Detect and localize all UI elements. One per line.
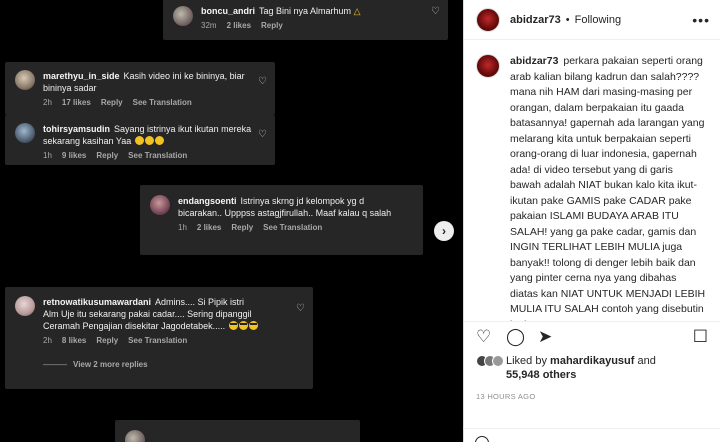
comment-time: 2h: [43, 336, 52, 345]
comment-text: Tag Bini nya Almarhum: [259, 6, 352, 16]
comment-likes[interactable]: 8 likes: [62, 335, 86, 347]
avatar: [150, 195, 170, 215]
caption-text: perkara pakaian seperti orang arab kalia…: [510, 55, 706, 321]
bookmark-icon[interactable]: ☐: [693, 327, 708, 347]
avatar: [125, 430, 145, 442]
comment-time: 2h: [43, 98, 52, 107]
post-image: boncu_andri Tag Bini nya Almarhum △ 32m 2…: [0, 0, 463, 442]
avatar[interactable]: [476, 54, 500, 78]
reply-button[interactable]: Reply: [261, 20, 283, 32]
heart-icon[interactable]: ♡: [258, 129, 267, 140]
comment-username: boncu_andri: [201, 6, 256, 16]
likes-text: Liked by mahardikayusuf and 55,948 other…: [506, 354, 656, 382]
comment-icon[interactable]: ◯: [506, 327, 525, 347]
add-comment-bar: [463, 428, 720, 442]
comment-card: endangsoenti Istrinya skrng jd kelompok y…: [140, 185, 423, 255]
comment-card: retnowatikusumawardani Admins.... Si Pipi…: [5, 287, 313, 389]
post-timestamp[interactable]: 13 HOURS AGO: [464, 382, 720, 401]
sad-emoji-icon: [154, 136, 164, 145]
view-replies-button[interactable]: View 2 more replies: [73, 359, 148, 371]
avatar: [15, 70, 35, 90]
following-button[interactable]: Following: [575, 14, 621, 26]
see-translation-button[interactable]: See Translation: [133, 97, 192, 109]
see-translation-button[interactable]: See Translation: [263, 222, 322, 234]
heart-icon[interactable]: ♡: [296, 303, 305, 314]
avatar[interactable]: [476, 7, 500, 32]
reply-button[interactable]: Reply: [101, 97, 123, 109]
comment-username: endangsoenti: [178, 196, 237, 206]
sad-emoji-icon: [134, 136, 144, 145]
sad-emoji-icon: [144, 136, 154, 145]
liker-avatars: [476, 355, 504, 367]
reply-button[interactable]: Reply: [96, 335, 118, 347]
comment-username: tohirsyamsudin: [43, 124, 111, 134]
separator-dot: •: [565, 13, 570, 26]
comment-card: tohirsyamsudin Sayang istrinya ikut ikuta…: [5, 115, 275, 165]
likes-summary: Liked by mahardikayusuf and 55,948 other…: [464, 354, 720, 382]
chevron-right-icon[interactable]: ›: [434, 221, 454, 241]
post-header: abidzar73 • Following •••: [464, 0, 720, 40]
comment-likes[interactable]: 9 likes: [62, 150, 86, 162]
liked-by-user[interactable]: mahardikayusuf: [550, 355, 634, 367]
reply-button[interactable]: Reply: [96, 150, 118, 162]
avatar: [15, 123, 35, 143]
post-panel: abidzar73 • Following ••• abidzar73 perk…: [463, 0, 720, 442]
likes-count[interactable]: 55,948 others: [506, 369, 576, 381]
heart-icon[interactable]: ♡: [431, 6, 440, 17]
caption-section: abidzar73 perkara pakaian seperti orang …: [464, 40, 720, 322]
comment-card: marethyu_in_side Kasih video ini ke binin…: [5, 62, 275, 115]
comment-time: 1h: [43, 151, 52, 160]
comment-likes[interactable]: 17 likes: [62, 97, 91, 109]
comment-time: 1h: [178, 223, 187, 232]
caption-username[interactable]: abidzar73: [510, 55, 558, 67]
reply-button[interactable]: Reply: [231, 222, 253, 234]
cool-emoji-icon: [228, 321, 238, 330]
heart-icon[interactable]: ♡: [476, 327, 491, 347]
comment-likes[interactable]: 2 likes: [197, 222, 221, 234]
ellipsis-icon[interactable]: •••: [692, 12, 710, 28]
heart-icon[interactable]: ♡: [258, 76, 267, 87]
see-translation-button[interactable]: See Translation: [128, 335, 187, 347]
comment-likes[interactable]: 2 likes: [227, 20, 251, 32]
cool-emoji-icon: [248, 321, 258, 330]
comment-card: [115, 420, 360, 442]
see-translation-button[interactable]: See Translation: [128, 150, 187, 162]
post-username[interactable]: abidzar73: [510, 14, 561, 26]
share-icon[interactable]: ➤: [538, 327, 552, 347]
avatar: [492, 355, 504, 367]
replies-divider: ———: [43, 360, 67, 369]
avatar: [173, 6, 193, 26]
pray-emoji-icon: △: [353, 6, 361, 16]
comment-username: marethyu_in_side: [43, 71, 120, 81]
comment-card: boncu_andri Tag Bini nya Almarhum △ 32m 2…: [163, 0, 448, 40]
liked-by-prefix: Liked by: [506, 355, 547, 367]
caption: abidzar73 perkara pakaian seperti orang …: [510, 54, 706, 321]
cool-emoji-icon: [238, 321, 248, 330]
comment-time: 32m: [201, 21, 217, 30]
avatar: [15, 296, 35, 316]
comment-username: retnowatikusumawardani: [43, 297, 152, 307]
action-bar: ♡ ◯ ➤ ☐: [464, 322, 720, 354]
liked-by-and: and: [637, 355, 656, 367]
